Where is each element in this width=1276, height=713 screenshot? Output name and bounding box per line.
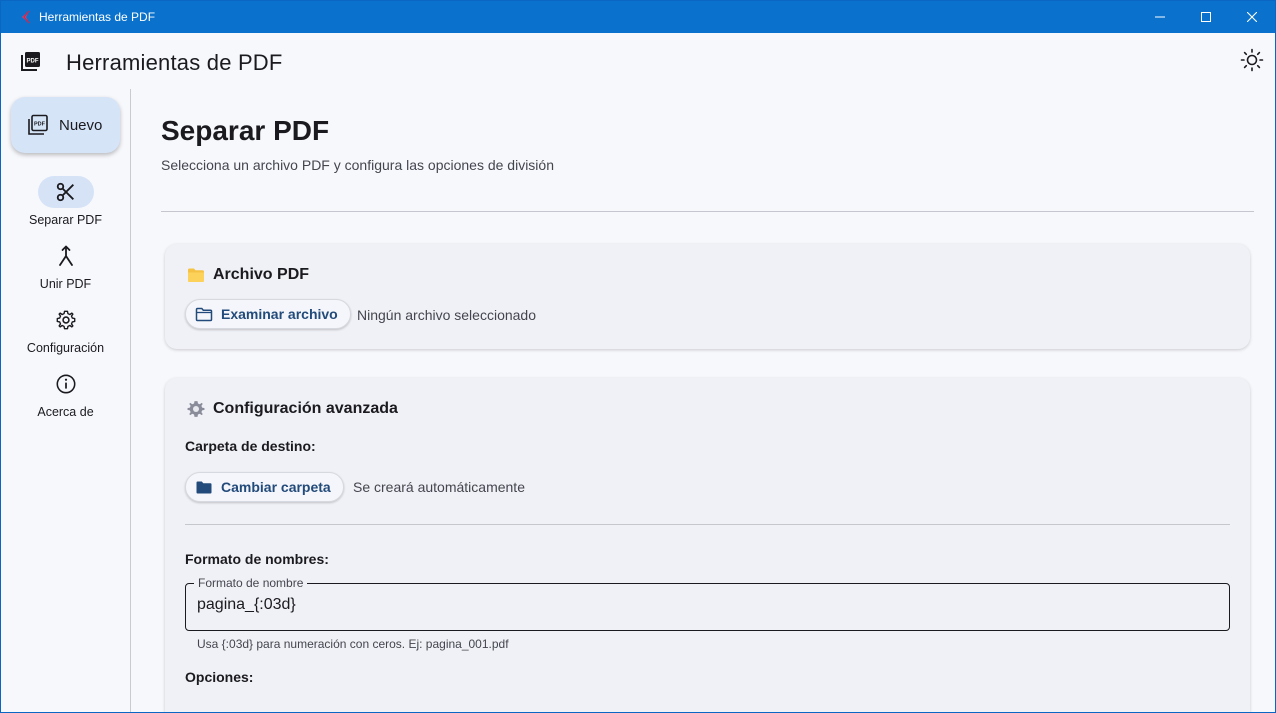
svg-text:PDF: PDF	[34, 122, 46, 128]
new-fab-button[interactable]: PDF Nuevo	[11, 97, 120, 153]
rail-indicator	[38, 304, 94, 336]
maximize-button[interactable]	[1183, 1, 1229, 33]
theme-toggle-button[interactable]	[1239, 47, 1265, 73]
file-card: Archivo PDF Examinar archivo Ningún arch…	[165, 244, 1250, 349]
sun-icon	[1240, 48, 1264, 72]
scissors-icon	[56, 182, 74, 202]
browse-file-button[interactable]: Examinar archivo	[185, 299, 351, 329]
folder-outline-icon	[195, 307, 213, 321]
naming-format-helper: Usa {:03d} para numeración con ceros. Ej…	[197, 637, 509, 651]
rail-item-acerca[interactable]: Acerca de	[1, 368, 130, 419]
window-title: Herramientas de PDF	[39, 10, 156, 24]
minimize-button[interactable]	[1137, 1, 1183, 33]
file-status-text: Ningún archivo seleccionado	[357, 307, 536, 323]
folder-icon	[188, 268, 204, 282]
change-folder-label: Cambiar carpeta	[221, 479, 331, 495]
options-label: Opciones:	[185, 669, 254, 685]
rail-item-label: Configuración	[26, 341, 105, 355]
rail-item-unir[interactable]: Unir PDF	[1, 240, 130, 291]
app-bar: PDF Herramientas de PDF	[1, 33, 1275, 89]
svg-text:PDF: PDF	[27, 59, 39, 65]
app-title: Herramientas de PDF	[66, 50, 283, 75]
destination-status-text: Se creará automáticamente	[353, 479, 525, 495]
merge-icon	[58, 245, 73, 266]
file-card-header: Archivo PDF	[187, 266, 309, 284]
rail-indicator	[38, 368, 94, 400]
app-window: Herramientas de PDF PDF Herramientas de …	[0, 0, 1276, 713]
rail-item-separar[interactable]: Separar PDF	[1, 176, 130, 227]
rail-indicator	[38, 240, 94, 272]
page-subtitle: Selecciona un archivo PDF y configura la…	[161, 157, 554, 173]
file-card-title: Archivo PDF	[213, 266, 310, 283]
change-folder-button[interactable]: Cambiar carpeta	[185, 472, 344, 502]
pdf-stack-icon: PDF	[28, 114, 48, 135]
rail-item-label: Separar PDF	[29, 213, 102, 227]
pdf-stack-icon: PDF	[21, 51, 41, 76]
main-content[interactable]: Separar PDF Selecciona un archivo PDF y …	[131, 89, 1275, 712]
page-title: Separar PDF	[161, 115, 330, 146]
naming-format-input[interactable]	[197, 596, 1197, 614]
title-bar[interactable]: Herramientas de PDF	[1, 1, 1275, 33]
gear-icon	[187, 401, 205, 417]
naming-format-label: Formato de nombres:	[185, 551, 329, 567]
rail-item-label: Acerca de	[37, 405, 94, 419]
rail-item-configuracion[interactable]: Configuración	[1, 304, 130, 355]
advanced-card-title: Configuración avanzada	[213, 400, 398, 417]
rail-indicator	[37, 176, 94, 208]
naming-format-field[interactable]: Formato de nombre	[185, 576, 1230, 631]
gear-icon	[56, 310, 75, 330]
header-divider	[161, 211, 1254, 212]
app-logo-icon	[17, 9, 33, 25]
fab-label: Nuevo	[59, 116, 103, 134]
minimize-icon	[1155, 16, 1165, 18]
rail-item-label: Unir PDF	[39, 277, 92, 291]
maximize-icon	[1201, 12, 1211, 22]
folder-filled-icon	[196, 481, 212, 493]
browse-file-label: Examinar archivo	[221, 306, 338, 322]
naming-format-field-label: Formato de nombre	[194, 576, 308, 590]
info-icon	[56, 374, 75, 394]
advanced-settings-card: Configuración avanzada Carpeta de destin…	[165, 378, 1250, 712]
close-button[interactable]	[1229, 1, 1275, 33]
destination-folder-label: Carpeta de destino:	[185, 438, 316, 454]
advanced-card-header: Configuración avanzada	[187, 400, 398, 418]
close-icon	[1247, 12, 1257, 22]
section-divider	[185, 524, 1230, 525]
navigation-rail: PDF Nuevo Separar PDF Unir PDF Configura…	[1, 89, 130, 712]
